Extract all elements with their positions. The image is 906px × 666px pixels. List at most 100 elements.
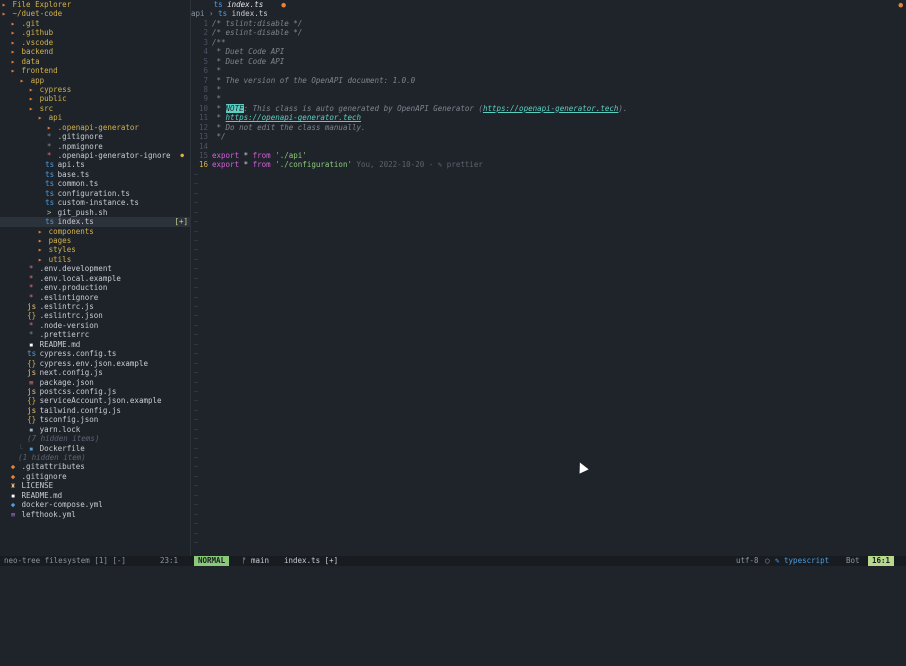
file-icon: ▪ <box>10 490 16 500</box>
buffer-tab[interactable]: ts index.ts ● ● <box>191 0 906 9</box>
tree-file[interactable]: ts base.ts <box>0 170 190 179</box>
tree-file[interactable]: > git_push.sh <box>0 208 190 217</box>
tree-folder[interactable]: ▸ .github <box>0 28 190 37</box>
folder-icon: ▸ <box>37 235 43 245</box>
tilde-marker: ~ <box>194 462 199 472</box>
tree-file[interactable]: * .env.local.example <box>0 274 190 283</box>
code-line[interactable]: 6 * <box>191 66 906 75</box>
tree-file[interactable]: js .eslintrc.js <box>0 302 190 311</box>
tree-file[interactable]: * .npmignore <box>0 142 190 151</box>
tree-folder[interactable]: ▸ api <box>0 113 190 122</box>
tree-file[interactable]: ts custom-instance.ts <box>0 198 190 207</box>
tree-item-label: Dockerfile <box>39 443 85 453</box>
breadcrumb-file[interactable]: index.ts <box>232 9 268 18</box>
empty-line-marker: ~ <box>191 406 906 415</box>
file-icon: ◆ <box>10 462 16 472</box>
tree-file[interactable]: * .gitignore <box>0 132 190 141</box>
breadcrumb-folder[interactable]: api <box>191 9 205 18</box>
file-icon: js <box>27 302 37 311</box>
code-line[interactable]: 7 * The version of the OpenAPI document:… <box>191 76 906 85</box>
tree-file[interactable]: ◆ .gitignore <box>0 472 190 481</box>
code-token: * The version of the OpenAPI document: 1… <box>212 75 416 85</box>
tree-file[interactable]: ◆ docker-compose.yml <box>0 500 190 509</box>
tree-folder[interactable]: ▸ .openapi-generator <box>0 123 190 132</box>
empty-line-marker: ~ <box>191 170 906 179</box>
code-line[interactable]: 9 * <box>191 94 906 103</box>
line-content: * Duet Code API <box>212 57 285 66</box>
code-line[interactable]: 10 * NOTE: This class is auto generated … <box>191 103 906 113</box>
tree-file[interactable]: * .prettierrc <box>0 330 190 339</box>
tree-file[interactable]: js next.config.js <box>0 368 190 377</box>
cursor-position: 16:1 <box>868 556 895 566</box>
line-number: 15 <box>198 151 208 160</box>
tree-file[interactable]: * .env.production <box>0 283 190 292</box>
tree-file[interactable]: {} .eslintrc.json <box>0 311 190 320</box>
code-link[interactable]: https://openapi-generator.tech <box>226 113 361 122</box>
tree-folder[interactable]: ▸ public <box>0 94 190 103</box>
code-link[interactable]: https://openapi-generator.tech <box>483 104 618 113</box>
tree-folder[interactable]: ▸ app <box>0 76 190 85</box>
git-branch[interactable]: ᚠ main <box>242 556 269 566</box>
tree-folder[interactable]: ▸ frontend <box>0 66 190 75</box>
tree-file[interactable]: {} cypress.env.json.example <box>0 359 190 368</box>
code-line[interactable]: 14 <box>191 142 906 151</box>
tree-file[interactable]: ≡ lefthook.yml <box>0 510 190 519</box>
tree-file[interactable]: ts api.ts <box>0 160 190 169</box>
tree-file[interactable]: ▪ README.md <box>0 491 190 500</box>
tree-folder[interactable]: ▸ cypress <box>0 85 190 94</box>
code-line[interactable]: 15 export * from './api' <box>191 151 906 160</box>
tree-file[interactable]: * .node-version <box>0 321 190 330</box>
tree-item-label: README.md <box>39 339 81 349</box>
tree-folder[interactable]: ▸ .vscode <box>0 38 190 47</box>
tree-folder[interactable]: ▸ src <box>0 104 190 113</box>
tree-file[interactable]: ts index.ts [+] <box>0 217 190 227</box>
tree-file[interactable]: └ ▪ Dockerfile <box>0 444 190 453</box>
code-line[interactable]: 5 * Duet Code API <box>191 57 906 66</box>
tree-file[interactable]: js postcss.config.js <box>0 387 190 396</box>
tree-folder[interactable]: ▸ styles <box>0 245 190 254</box>
empty-line-marker: ~ <box>191 378 906 387</box>
file-icon: ts <box>45 169 55 179</box>
code-line[interactable]: 16 export * from './configuration' You, 2… <box>191 160 906 169</box>
tree-folder[interactable]: ▸ .git <box>0 19 190 28</box>
tree-folder[interactable]: ▸ data <box>0 57 190 66</box>
tree-folder[interactable]: ▸ ~/duet-code <box>0 9 190 18</box>
code-line[interactable]: 3 /** <box>191 38 906 47</box>
code-line[interactable]: 11 * https://openapi-generator.tech <box>191 113 906 122</box>
line-number: 1 <box>203 18 208 28</box>
tree-file[interactable]: {} tsconfig.json <box>0 415 190 424</box>
code-line[interactable]: 4 * Duet Code API <box>191 47 906 56</box>
editor-pane[interactable]: ts index.ts ● ● api › ts index.ts 1 /* tsl… <box>191 0 906 556</box>
tree-file[interactable]: ♜ LICENSE <box>0 481 190 490</box>
code-line[interactable]: 12 * Do not edit the class manually. <box>191 123 906 132</box>
notification-dot: ● <box>898 0 903 9</box>
tree-folder[interactable]: ▸ pages <box>0 236 190 245</box>
tree-file[interactable]: * .env.development <box>0 264 190 273</box>
tilde-marker: ~ <box>194 188 199 198</box>
tree-folder[interactable]: ▸ utils <box>0 255 190 264</box>
tilde-marker: ~ <box>194 235 199 245</box>
tree-file[interactable]: ts cypress.config.ts <box>0 349 190 358</box>
tree-file[interactable]: ▪ README.md <box>0 340 190 349</box>
tree-file[interactable]: ◆ .gitattributes <box>0 462 190 471</box>
code-line[interactable]: 8 * <box>191 85 906 94</box>
tilde-marker: ~ <box>194 245 199 255</box>
tree-file[interactable]: ts configuration.ts <box>0 189 190 198</box>
code-line[interactable]: 1 /* tslint:disable */ <box>191 19 906 28</box>
tree-file[interactable]: js tailwind.config.js <box>0 406 190 415</box>
tree-folder[interactable]: ▸ components <box>0 227 190 236</box>
tree-file[interactable]: * .openapi-generator-ignore ● <box>0 151 190 160</box>
file-icon: * <box>28 264 34 274</box>
tree-file[interactable]: ≡ package.json <box>0 378 190 387</box>
tree-item-label: pages <box>48 235 72 245</box>
tilde-marker: ~ <box>194 302 199 311</box>
tree-file[interactable]: ts common.ts <box>0 179 190 188</box>
tree-file[interactable]: * .eslintignore <box>0 293 190 302</box>
tree-file[interactable]: ▪ yarn.lock <box>0 425 190 434</box>
code-line[interactable]: 2 /* eslint-disable */ <box>191 28 906 37</box>
tree-folder[interactable]: ▸ backend <box>0 47 190 56</box>
code-line[interactable]: 13 */ <box>191 132 906 141</box>
tree-file[interactable]: {} serviceAccount.json.example <box>0 396 190 405</box>
